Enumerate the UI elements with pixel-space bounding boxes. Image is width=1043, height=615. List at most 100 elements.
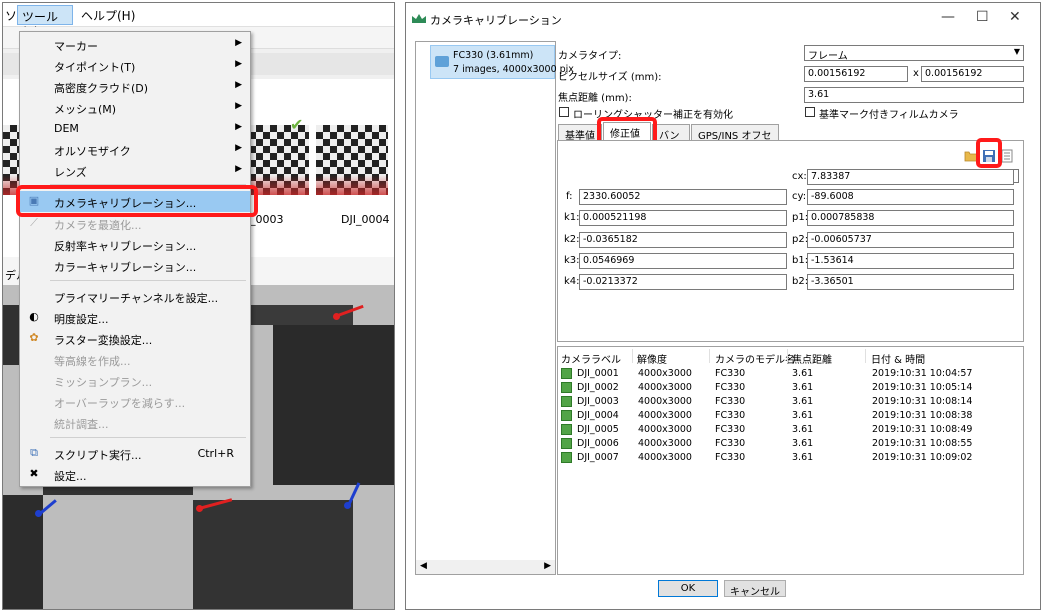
param-k3-input[interactable]: 0.0546969 [579, 253, 787, 269]
column-header-resolution[interactable]: 解像度 [637, 351, 667, 366]
menu-item-tiepoint[interactable]: タイポイント(T) ▶ [20, 55, 250, 76]
menu-item-reduce-overlap[interactable]: オーバーラップを減らす... [20, 391, 250, 412]
menu-item-label: オルソモザイク [54, 145, 131, 158]
table-cell: 3.61 [792, 396, 814, 407]
table-cell: 4000x3000 [638, 410, 692, 421]
param-cy-input[interactable]: -89.6008 [807, 189, 1014, 205]
ok-button[interactable]: OK [658, 580, 718, 597]
menu-item-dense-cloud[interactable]: 高密度クラウド(D) ▶ [20, 76, 250, 97]
menu-item-label: レンズ [54, 166, 87, 179]
maximize-icon[interactable]: ☐ [976, 9, 989, 25]
image-icon [561, 424, 572, 435]
table-cell: DJI_0002 [577, 382, 619, 393]
param-f-input[interactable]: 2330.60052 [579, 189, 787, 205]
report-icon[interactable] [1000, 149, 1014, 163]
menu-item-color-calibration[interactable]: カラーキャリブレーション... [20, 255, 250, 276]
tab-bands[interactable]: バンド [652, 124, 690, 157]
menu-separator [50, 437, 246, 438]
menu-item-primary-channel[interactable]: プライマリーチャンネルを設定... [20, 286, 250, 307]
menu-help[interactable]: ヘルプ(H) [81, 7, 135, 24]
menu-item-mesh[interactable]: メッシュ(M) ▶ [20, 97, 250, 118]
param-k4-input[interactable]: -0.0213372 [579, 274, 787, 290]
menu-item-marker[interactable]: マーカー ▶ [20, 34, 250, 55]
fiducial-checkbox[interactable] [805, 107, 815, 117]
scroll-left-icon[interactable]: ◀ [420, 561, 427, 571]
table-cell: FC330 [715, 410, 746, 421]
param-b2-input[interactable]: -3.36501 [807, 274, 1014, 290]
thumbnail-4-label: DJI_0004 [341, 213, 390, 226]
table-cell: FC330 [715, 424, 746, 435]
menu-item-preferences[interactable]: ✖ 設定... [20, 464, 250, 485]
thumbnail-3[interactable] [249, 125, 309, 195]
dropdown-arrow-icon: ▼ [1013, 47, 1020, 56]
thumbnail-4[interactable] [316, 125, 388, 195]
menu-item-raster-transform[interactable]: ✿ ラスター変換設定... [20, 328, 250, 349]
camera-type-select[interactable]: フレーム ▼ [804, 45, 1024, 62]
rolling-shutter-checkbox[interactable] [559, 107, 569, 117]
param-b1-input[interactable]: -1.53614 [807, 253, 1014, 269]
camera-group-list: FC330 (3.61mm) 7 images, 4000x3000 pix ◀… [415, 41, 574, 575]
camera-group-name: FC330 (3.61mm) [453, 50, 534, 61]
menu-item-mission-plan[interactable]: ミッションプラン... [20, 370, 250, 391]
minimize-icon[interactable]: — [941, 9, 955, 25]
table-cell: DJI_0001 [577, 368, 619, 379]
menu-item-survey-statistics[interactable]: 統計調査... [20, 412, 250, 433]
tab-initial[interactable]: 基準値 [558, 124, 602, 142]
table-cell: 4000x3000 [638, 452, 692, 463]
table-cell: 4000x3000 [638, 382, 692, 393]
palette-icon: ✿ [29, 331, 39, 344]
param-k1-label: k1: [564, 212, 580, 223]
param-k2-label: k2: [564, 234, 580, 245]
menu-item-brightness[interactable]: ◐ 明度設定... [20, 307, 250, 328]
camera-icon [435, 56, 449, 67]
camera-group-item[interactable]: FC330 (3.61mm) 7 images, 4000x3000 pix [430, 45, 574, 79]
param-k3-label: k3: [564, 255, 580, 266]
param-cy-label: cy: [792, 191, 807, 202]
column-header-camera-model[interactable]: カメラのモデル名 [715, 351, 795, 366]
menu-item-orthomosaic[interactable]: オルソモザイク ▶ [20, 139, 250, 160]
table-cell: 3.61 [792, 452, 814, 463]
menu-item-lens[interactable]: レンズ ▶ [20, 160, 250, 181]
column-header-focal-length[interactable]: 焦点距離 [792, 351, 832, 366]
menu-item-dem[interactable]: DEM ▶ [20, 118, 250, 139]
camera-group-info: 7 images, 4000x3000 pix [453, 64, 574, 75]
param-p2-input[interactable]: -0.00605737 [807, 232, 1014, 248]
focal-length-label: 焦点距離 (mm): [558, 93, 632, 104]
table-cell: FC330 [715, 368, 746, 379]
param-f-label: f: [566, 191, 573, 202]
submenu-arrow-icon: ▶ [235, 80, 242, 90]
table-cell: 3.61 [792, 382, 814, 393]
table-cell: 2019:10:31 10:08:55 [872, 438, 973, 449]
param-cx-input[interactable]: 7.83387 [807, 169, 1014, 185]
param-k2-input[interactable]: -0.0365182 [579, 232, 787, 248]
scroll-right-icon[interactable]: ▶ [544, 561, 551, 571]
brightness-icon: ◐ [29, 310, 39, 323]
menu-item-label: ミッションプラン... [54, 376, 153, 389]
menu-item-label: スクリプト実行... [54, 449, 142, 462]
column-header-camera-label[interactable]: カメララベル [561, 351, 621, 366]
menu-item-label: 設定... [54, 470, 87, 483]
menu-prev-fragment[interactable]: ソ [5, 7, 17, 24]
menu-item-run-script[interactable]: ⧉ スクリプト実行... Ctrl+R [20, 443, 250, 464]
close-icon[interactable]: ✕ [1009, 9, 1021, 25]
fiducial-label: 基準マーク付きフィルムカメラ [819, 110, 959, 121]
wand-icon: ⟋ [30, 216, 38, 229]
cancel-button[interactable]: キャンセル [724, 580, 786, 598]
param-k1-input[interactable]: 0.000521198 [579, 210, 787, 226]
image-icon [561, 396, 572, 407]
menu-item-reflectance-calibration[interactable]: 反射率キャリブレーション... [20, 234, 250, 255]
table-cell: 3.61 [792, 410, 814, 421]
menu-item-label: ラスター変換設定... [54, 334, 153, 347]
column-header-datetime[interactable]: 日付 & 時間 [871, 351, 925, 366]
table-cell: DJI_0005 [577, 424, 619, 435]
pixel-size-x-input[interactable]: 0.00156192 [804, 66, 908, 82]
menu-tools[interactable]: ツール(T) [17, 5, 73, 39]
focal-length-input[interactable]: 3.61 [804, 87, 1024, 103]
camera-calibration-dialog: カメラキャリブレーション — ☐ ✕ FC330 (3.61mm) 7 imag… [405, 2, 1041, 610]
pixel-size-y-input[interactable]: 0.00156192 [921, 66, 1024, 82]
table-cell: DJI_0007 [577, 452, 619, 463]
param-p1-input[interactable]: 0.000785838 [807, 210, 1014, 226]
tab-gps-ins-offset[interactable]: GPS/INS オフセット [691, 124, 779, 157]
horizontal-scrollbar[interactable]: ◀ ▶ [416, 560, 555, 574]
menu-item-contours[interactable]: 等高線を作成... [20, 349, 250, 370]
